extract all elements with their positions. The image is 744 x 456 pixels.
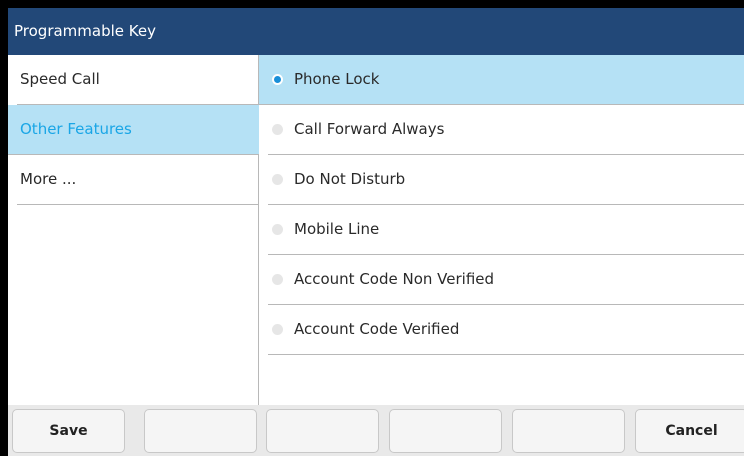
option-mobile-line[interactable]: Mobile Line: [268, 205, 744, 255]
option-account-code-verified[interactable]: Account Code Verified: [268, 305, 744, 355]
option-label: Phone Lock: [294, 70, 380, 88]
option-account-code-non-verified[interactable]: Account Code Non Verified: [268, 255, 744, 305]
radio-unselected-icon[interactable]: [272, 274, 283, 285]
option-label: Do Not Disturb: [294, 170, 406, 188]
softkey-5-button[interactable]: [512, 409, 625, 453]
cancel-button[interactable]: Cancel: [635, 409, 744, 453]
option-label: Account Code Verified: [294, 320, 460, 338]
softkey-3-button[interactable]: [266, 409, 379, 453]
radio-unselected-icon[interactable]: [272, 124, 283, 135]
sidebar-item-label: Other Features: [20, 120, 132, 138]
sidebar-item-speed-call[interactable]: Speed Call: [17, 55, 280, 105]
option-label: Call Forward Always: [294, 120, 445, 138]
sidebar-item-label: More ...: [20, 170, 77, 188]
radio-unselected-icon[interactable]: [272, 324, 283, 335]
softkey-4-button[interactable]: [389, 409, 502, 453]
radio-dot-icon: [274, 76, 281, 83]
sidebar-list: Speed Call Other Features More ...: [8, 55, 280, 205]
feature-options-list: Phone Lock Call Forward Always Do Not Di…: [259, 55, 744, 405]
option-phone-lock[interactable]: Phone Lock: [259, 55, 744, 105]
radio-selected-icon[interactable]: [272, 74, 283, 85]
phone-screen: Programmable Key Speed Call Other Featur…: [8, 8, 744, 456]
sidebar-item-more[interactable]: More ...: [17, 155, 280, 205]
page-title: Programmable Key: [8, 8, 744, 55]
sidebar: Speed Call Other Features More ...: [8, 55, 280, 405]
option-label: Mobile Line: [294, 220, 380, 238]
softkey-bar: Save Cancel: [8, 405, 744, 456]
radio-unselected-icon[interactable]: [272, 224, 283, 235]
radio-unselected-icon[interactable]: [272, 174, 283, 185]
sidebar-item-other-features[interactable]: Other Features: [8, 105, 271, 155]
save-button[interactable]: Save: [12, 409, 125, 453]
option-do-not-disturb[interactable]: Do Not Disturb: [268, 155, 744, 205]
option-label: Account Code Non Verified: [294, 270, 495, 288]
softkey-2-button[interactable]: [144, 409, 257, 453]
option-call-forward-always[interactable]: Call Forward Always: [268, 105, 744, 155]
sidebar-item-label: Speed Call: [20, 70, 100, 88]
